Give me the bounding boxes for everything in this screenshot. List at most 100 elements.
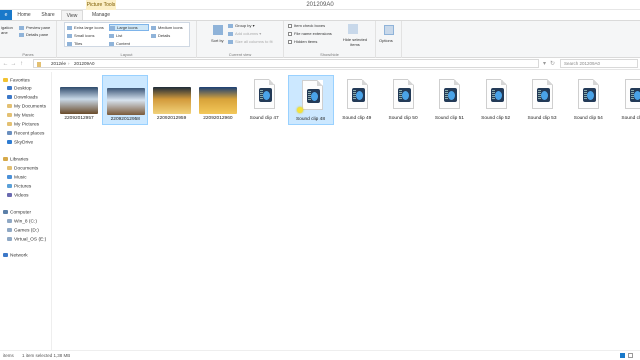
- tab-file[interactable]: e: [0, 10, 12, 20]
- large-icons-view-icon[interactable]: [628, 353, 633, 358]
- tab-view[interactable]: View: [61, 10, 83, 20]
- file-name-label: Sound clip 5: [621, 116, 640, 121]
- audio-file-item[interactable]: Sound clip 52: [473, 75, 519, 125]
- audio-file-item[interactable]: Sound clip 51: [426, 75, 472, 125]
- nav-pictures[interactable]: Pictures: [7, 184, 31, 189]
- audio-file-icon: [485, 79, 507, 109]
- details-view-icon[interactable]: [620, 353, 625, 358]
- audio-file-icon: [624, 79, 640, 109]
- audio-file-item[interactable]: Sound clip 5: [612, 75, 640, 125]
- tiles-option[interactable]: Tiles: [67, 41, 82, 46]
- nav-music[interactable]: Music: [7, 175, 27, 180]
- audio-file-icon: [578, 79, 600, 109]
- preview-pane-button[interactable]: Preview pane: [19, 25, 50, 30]
- checkbox-icon: [288, 39, 292, 44]
- search-input[interactable]: Search 201209A0: [560, 59, 638, 68]
- nav-documents[interactable]: Documents: [7, 166, 38, 171]
- file-name-label: 22092012959: [156, 116, 187, 121]
- audio-file-icon: [439, 79, 461, 109]
- tab-home[interactable]: Home: [13, 10, 35, 20]
- nav-skydrive[interactable]: SkyDrive: [7, 140, 33, 145]
- nav-recent-places[interactable]: Recent places: [7, 131, 44, 136]
- folder-icon: [37, 62, 41, 67]
- medium-icons-option[interactable]: Medium icons: [151, 25, 183, 30]
- nav-favorites[interactable]: Favorites: [3, 78, 30, 83]
- audio-file-item[interactable]: Sound clip 53: [519, 75, 565, 125]
- nav-my-pictures[interactable]: My Pictures: [7, 122, 39, 127]
- up-arrow-icon[interactable]: ↑: [18, 60, 25, 68]
- tab-share[interactable]: Share: [37, 10, 59, 20]
- file-name-extensions-toggle[interactable]: File name extensions: [288, 31, 332, 36]
- sort-by-button[interactable]: Sort by: [211, 38, 224, 43]
- audio-file-item[interactable]: Sound clip 47: [241, 75, 287, 125]
- photo-thumbnail: [60, 87, 98, 114]
- options-button[interactable]: Options: [379, 38, 393, 43]
- nav-desktop[interactable]: Desktop: [7, 86, 32, 91]
- layout-group-label: Layout: [120, 52, 133, 57]
- details-pane-button[interactable]: Details pane: [19, 32, 48, 37]
- file-name-label: Sound clip 48: [295, 117, 326, 122]
- audio-file-icon: [393, 79, 415, 109]
- audio-file-item[interactable]: Sound clip 48: [287, 75, 334, 125]
- nav-libraries[interactable]: Libraries: [3, 157, 28, 162]
- nav-downloads[interactable]: Downloads: [7, 95, 38, 100]
- breadcrumb-parent[interactable]: 2012ée: [51, 61, 66, 66]
- hidden-items-toggle[interactable]: Hidden items: [288, 39, 317, 44]
- content-option[interactable]: Content: [109, 41, 130, 46]
- nav-videos[interactable]: Videos: [7, 193, 29, 198]
- large-icons-option[interactable]: Large icons: [109, 24, 149, 31]
- media-player-icon: [351, 88, 365, 102]
- downloads-icon: [7, 95, 12, 99]
- show-hide-group-label: Show/hide: [320, 52, 339, 57]
- extra-large-icons-icon: [67, 25, 72, 30]
- extra-large-icons-option[interactable]: Extra large icons: [67, 25, 104, 30]
- audio-file-item[interactable]: Sound clip 49: [334, 75, 380, 125]
- file-name-label: Sound clip 53: [527, 116, 557, 121]
- dropdown-arrow-icon[interactable]: ▾: [541, 60, 548, 68]
- nav-my-music[interactable]: My Music: [7, 113, 34, 118]
- details-icon: [151, 33, 156, 38]
- group-by-button[interactable]: Group by ▾: [228, 23, 255, 28]
- size-all-columns-button[interactable]: Size all columns to fit: [228, 39, 273, 44]
- back-arrow-icon[interactable]: ←: [2, 60, 9, 68]
- photo-thumbnail: [152, 87, 191, 114]
- audio-file-item[interactable]: Sound clip 50: [380, 75, 426, 125]
- pictures-folder-icon: [7, 122, 12, 126]
- media-player-icon: [490, 88, 504, 102]
- large-icons-icon: [110, 25, 115, 30]
- address-row: ← → ↑ 2012ée › 201209A0 ▾ ↻ Search 20120…: [0, 58, 640, 70]
- details-option[interactable]: Details: [151, 33, 170, 38]
- nav-drive-d[interactable]: Games (D:): [7, 228, 39, 233]
- computer-icon: [3, 210, 8, 214]
- list-icon: [109, 33, 114, 38]
- list-option[interactable]: List: [109, 33, 122, 38]
- address-bar[interactable]: 2012ée › 201209A0: [33, 59, 539, 68]
- nav-my-documents[interactable]: My Documents: [7, 104, 46, 109]
- mouse-cursor-highlight: [297, 107, 303, 113]
- audio-file-item[interactable]: Sound clip 54: [565, 75, 611, 125]
- file-name-label: 22092012958: [110, 117, 140, 122]
- hide-selected-items-button[interactable]: Hide selected items: [342, 37, 368, 47]
- item-check-boxes-toggle[interactable]: Item check boxes: [288, 23, 325, 28]
- audio-file-icon: [301, 80, 323, 110]
- checkbox-icon: [288, 23, 292, 28]
- nav-drive-c[interactable]: Win_8 (C:): [7, 219, 37, 224]
- nav-drive-e[interactable]: Virtual_OS (E:): [7, 237, 46, 242]
- navigation-pane-button[interactable]: igation ane: [1, 25, 13, 35]
- nav-computer[interactable]: Computer: [3, 210, 31, 215]
- photo-file-item[interactable]: 22092012960: [195, 75, 241, 125]
- add-columns-button[interactable]: Add columns ▾: [228, 31, 261, 36]
- photo-file-item[interactable]: 22092012959: [149, 75, 195, 125]
- tab-manage[interactable]: Manage: [86, 10, 116, 20]
- options-icon: [384, 25, 394, 35]
- file-name-label: Sound clip 54: [573, 116, 603, 121]
- panes-group-label: Panes: [22, 52, 34, 57]
- photo-file-item[interactable]: 22092012958: [102, 75, 149, 125]
- nav-network[interactable]: Network: [3, 253, 28, 258]
- photo-thumbnail: [198, 87, 237, 114]
- breadcrumb-current[interactable]: 201209A0: [74, 61, 95, 66]
- forward-arrow-icon[interactable]: →: [10, 60, 17, 68]
- refresh-icon[interactable]: ↻: [549, 60, 556, 68]
- photo-file-item[interactable]: 22092012957: [56, 75, 102, 125]
- small-icons-option[interactable]: Small icons: [67, 33, 94, 38]
